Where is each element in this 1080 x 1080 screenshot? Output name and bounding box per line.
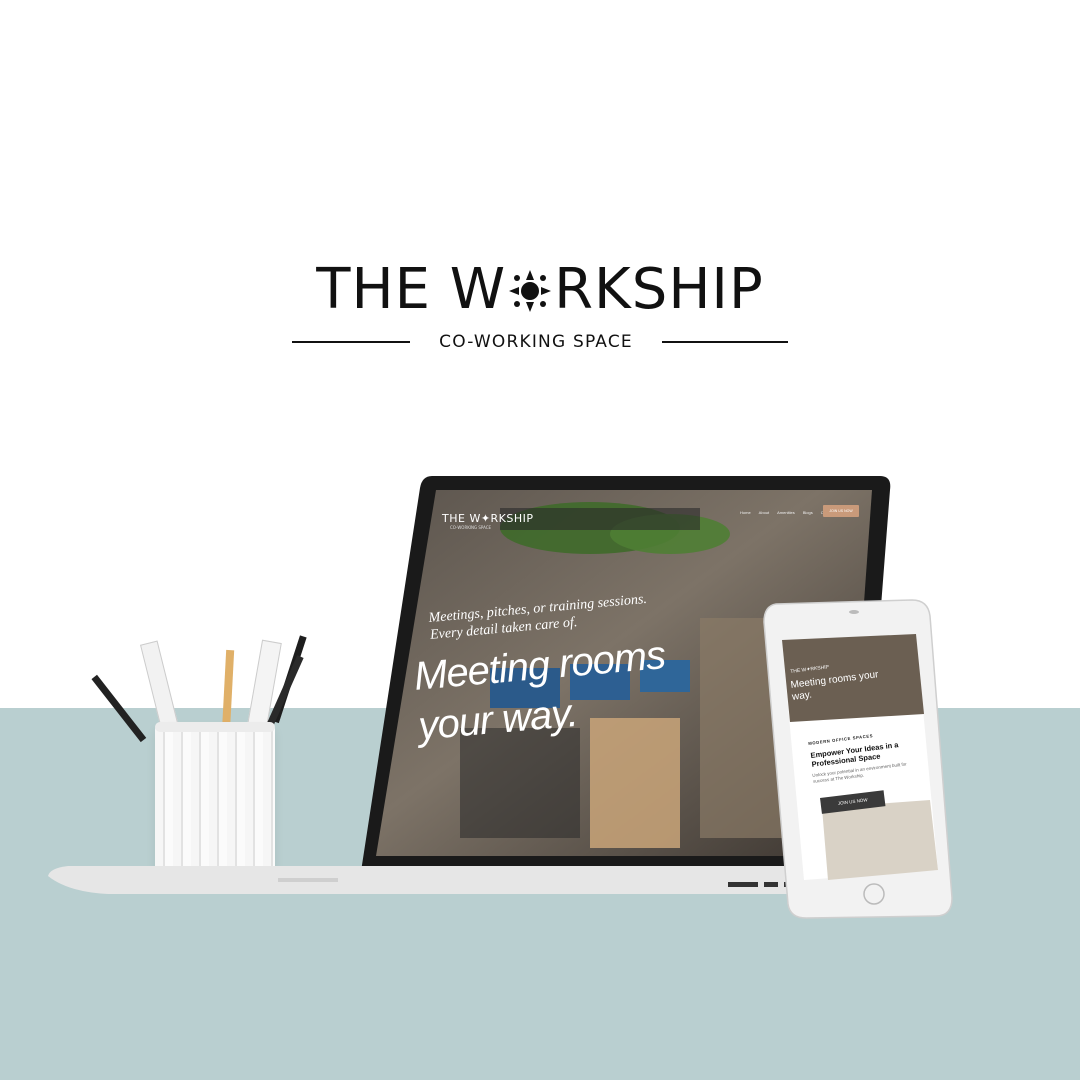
laptop-base	[48, 866, 865, 894]
compass-ornament-icon	[509, 270, 552, 312]
brand-subtitle-row: CO-WORKING SPACE	[290, 330, 790, 354]
brand-subtitle: CO-WORKING SPACE	[439, 332, 633, 352]
pencil-holder	[155, 722, 275, 880]
brand-title-part1: THE W	[316, 257, 507, 322]
pencil-holder-rim	[155, 722, 275, 732]
divider-left	[292, 341, 410, 343]
brand-title: THE W RKSHIP	[290, 258, 790, 322]
brand-logo: THE W RKSHIP CO-WORKING SPACE	[290, 258, 790, 354]
divider-right	[662, 341, 788, 343]
brand-title-part2: RKSHIP	[554, 257, 764, 322]
